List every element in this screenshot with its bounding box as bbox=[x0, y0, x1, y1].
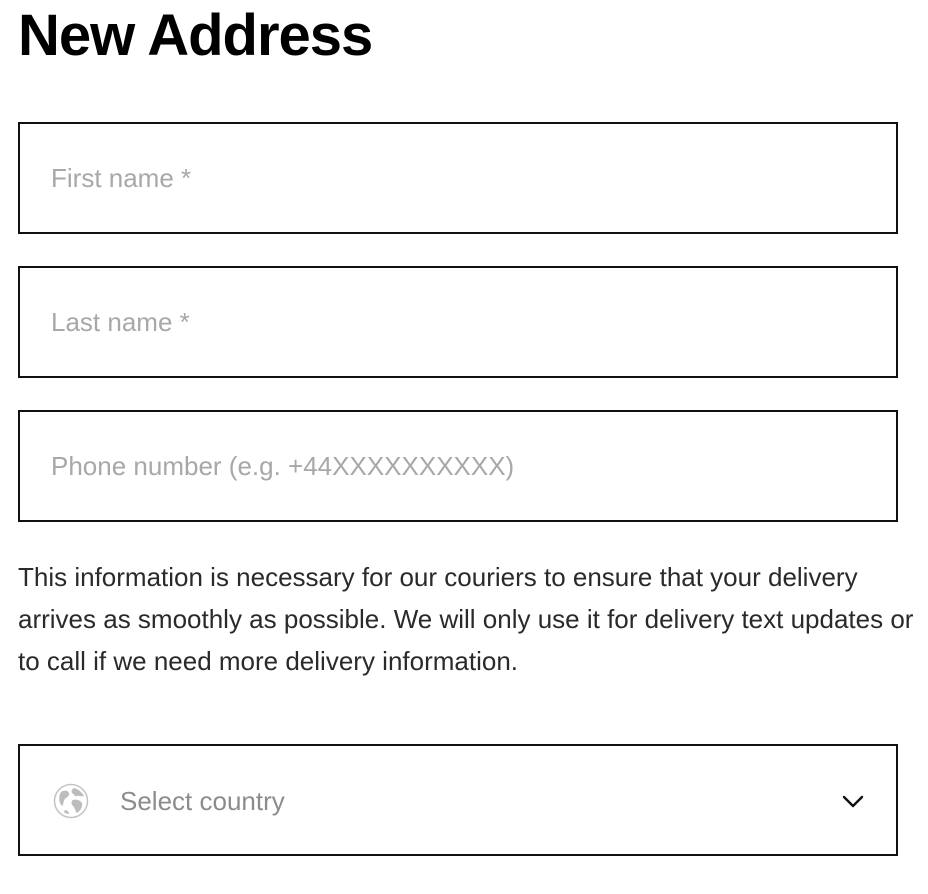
last-name-field[interactable] bbox=[18, 266, 898, 378]
country-select-placeholder: Select country bbox=[120, 786, 285, 816]
last-name-input[interactable] bbox=[20, 268, 896, 376]
globe-icon bbox=[53, 783, 89, 819]
page-title: New Address bbox=[18, 3, 373, 68]
first-name-input[interactable] bbox=[20, 124, 896, 232]
phone-number-input[interactable] bbox=[20, 412, 896, 520]
chevron-down-icon[interactable] bbox=[840, 788, 866, 814]
first-name-field[interactable] bbox=[18, 122, 898, 234]
phone-helper-text: This information is necessary for our co… bbox=[18, 562, 914, 676]
phone-number-field[interactable] bbox=[18, 410, 898, 522]
country-select[interactable]: Select country bbox=[18, 744, 898, 856]
